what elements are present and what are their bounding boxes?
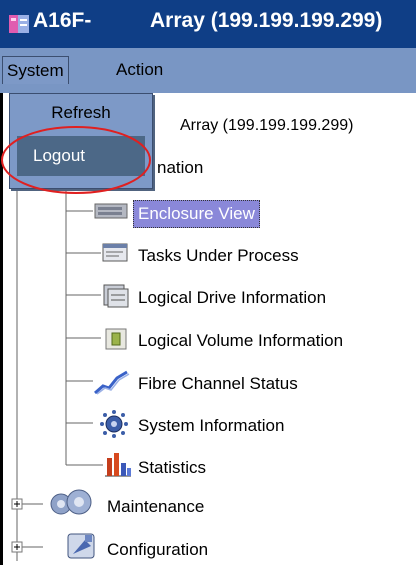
system-info-icon	[100, 410, 128, 438]
menu-item-refresh[interactable]: Refresh	[10, 96, 152, 130]
system-menu-dropdown: Refresh Logout	[9, 93, 153, 189]
tree-node-configuration[interactable]: Configuration	[107, 540, 208, 560]
tasks-icon	[102, 243, 128, 262]
tree-node-fibre-channel-status[interactable]: Fibre Channel Status	[138, 374, 298, 394]
menu-system[interactable]: System	[2, 56, 69, 84]
menu-item-logout[interactable]: Logout	[17, 136, 145, 176]
fibre-channel-icon	[94, 370, 130, 395]
tree-node-statistics[interactable]: Statistics	[138, 458, 206, 478]
tree-node-information[interactable]: nation	[157, 158, 203, 178]
menu-action[interactable]: Action	[112, 56, 167, 83]
menu-bar: System Action	[0, 48, 416, 94]
tree-node-maintenance[interactable]: Maintenance	[107, 497, 204, 517]
statistics-icon	[105, 453, 131, 477]
app-name: A16F-	[33, 9, 92, 32]
maintenance-icon	[50, 489, 92, 515]
logical-volume-icon	[105, 328, 127, 350]
tree-node-tasks-under-process[interactable]: Tasks Under Process	[138, 246, 299, 266]
enclosure-icon	[94, 203, 128, 219]
tree-node-system-information[interactable]: System Information	[138, 416, 284, 436]
title-bar: A16F- Array (199.199.199.299)	[0, 0, 416, 48]
tree-node-enclosure-view[interactable]: Enclosure View	[133, 200, 260, 228]
configuration-icon	[67, 533, 95, 559]
tree-node-logical-volume-information[interactable]: Logical Volume Information	[138, 331, 343, 351]
app-logo-icon	[9, 15, 29, 33]
tree-node-logical-drive-information[interactable]: Logical Drive Information	[138, 288, 326, 308]
logical-drive-icon	[103, 284, 129, 308]
window-title: Array (199.199.199.299)	[150, 9, 383, 32]
tree-node-array-root[interactable]: Array (199.199.199.299)	[180, 117, 353, 135]
